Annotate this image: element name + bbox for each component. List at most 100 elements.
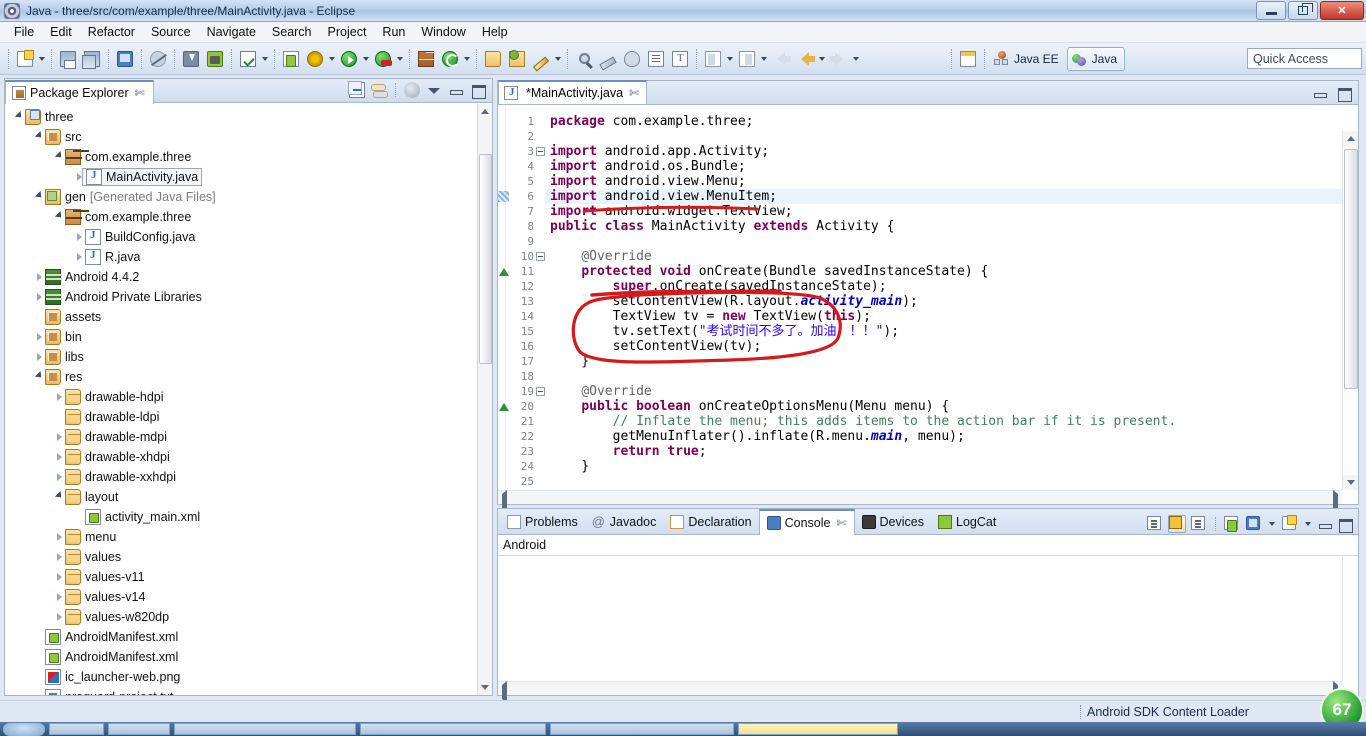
windows-taskbar[interactable] bbox=[0, 722, 1366, 736]
twisty-collapsed-icon[interactable] bbox=[53, 447, 65, 467]
tree-item[interactable]: drawable-mdpi bbox=[5, 427, 477, 447]
code-line[interactable]: getMenuInflater().inflate(R.menu.main, m… bbox=[550, 429, 965, 444]
scroll-left-button[interactable] bbox=[502, 494, 507, 508]
menu-item-run[interactable]: Run bbox=[374, 23, 413, 41]
tree-item-content[interactable]: values bbox=[65, 549, 121, 565]
code-line[interactable]: import android.app.Activity; bbox=[550, 144, 769, 159]
tree-item[interactable]: drawable-ldpi bbox=[5, 407, 477, 427]
code-line[interactable]: public boolean onCreateOptionsMenu(Menu … bbox=[550, 399, 949, 414]
tree-item-content[interactable]: drawable-xhdpi bbox=[65, 449, 170, 465]
editor-horizontal-scrollbar[interactable] bbox=[498, 490, 1342, 504]
collapse-all-icon[interactable] bbox=[348, 81, 365, 98]
taskbar-item[interactable] bbox=[49, 723, 104, 735]
fold-toggle-icon[interactable] bbox=[536, 252, 545, 261]
tree-item[interactable]: gen [Generated Java Files] bbox=[5, 187, 477, 207]
tree-item[interactable]: com.example.three bbox=[5, 207, 477, 227]
taskbar-item[interactable] bbox=[738, 723, 898, 735]
tree-item-content[interactable]: menu bbox=[65, 529, 116, 545]
code-line[interactable]: import android.widget.TextView; bbox=[550, 204, 793, 219]
code-line[interactable]: import android.view.MenuItem; bbox=[550, 189, 777, 204]
tree-item-content[interactable]: BuildConfig.java bbox=[85, 229, 195, 245]
twisty-expanded-icon[interactable] bbox=[33, 367, 45, 387]
tree-vertical-scrollbar[interactable] bbox=[477, 104, 492, 695]
tree-item[interactable]: R.java bbox=[5, 247, 477, 267]
twisty-expanded-icon[interactable] bbox=[53, 207, 65, 227]
previous-annotation-dropdown[interactable] bbox=[759, 48, 769, 70]
tree-item[interactable]: src bbox=[5, 127, 477, 147]
tree-item-content[interactable]: gen [Generated Java Files] bbox=[45, 189, 216, 205]
twisty-expanded-icon[interactable] bbox=[13, 107, 25, 127]
view-menu-icon[interactable] bbox=[404, 82, 420, 98]
next-annotation-dropdown[interactable] bbox=[725, 48, 735, 70]
tree-item[interactable]: BuildConfig.java bbox=[5, 227, 477, 247]
fold-toggle-icon[interactable] bbox=[536, 387, 545, 396]
external-tools-dropdown[interactable] bbox=[462, 48, 472, 70]
code-line[interactable]: // Inflate the menu; this adds items to … bbox=[550, 414, 1177, 429]
scroll-thumb[interactable] bbox=[1344, 149, 1358, 389]
code-line[interactable]: @Override bbox=[550, 384, 651, 399]
android-avd-manager-button[interactable] bbox=[204, 48, 226, 70]
run-button[interactable] bbox=[338, 48, 360, 70]
scroll-up-button[interactable] bbox=[1343, 131, 1358, 146]
tree-item-content[interactable]: drawable-ldpi bbox=[65, 409, 159, 425]
new-android-project-button[interactable] bbox=[280, 48, 302, 70]
minimize-icon[interactable] bbox=[448, 82, 464, 98]
code-line[interactable]: setContentView(tv); bbox=[550, 339, 762, 354]
twisty-collapsed-icon[interactable] bbox=[33, 347, 45, 367]
show-console-when-output-button[interactable] bbox=[1190, 515, 1208, 533]
tree-item[interactable]: values-v11 bbox=[5, 567, 477, 587]
taskbar-item[interactable] bbox=[108, 723, 170, 735]
display-selected-console-button[interactable] bbox=[1245, 515, 1263, 533]
tree-item-content[interactable]: values-v14 bbox=[65, 589, 145, 605]
menu-item-refactor[interactable]: Refactor bbox=[80, 23, 143, 41]
code-area[interactable]: 1 2 3 4 5 6 7 8 9 10 11 12 13 14 15 16 17 18 19 20 21 22 23 24 2… bbox=[498, 106, 1358, 504]
scroll-down-button[interactable] bbox=[1343, 475, 1358, 490]
twisty-expanded-icon[interactable] bbox=[53, 147, 65, 167]
fold-toggle-icon[interactable] bbox=[536, 147, 545, 156]
tree-item[interactable]: three bbox=[5, 107, 477, 127]
tree-item[interactable]: res bbox=[5, 367, 477, 387]
code-line[interactable]: TextView tv = new TextView(this); bbox=[550, 309, 871, 324]
hide-fields-button[interactable] bbox=[621, 48, 643, 70]
last-edit-location-button[interactable] bbox=[770, 48, 792, 70]
android-sdk-manager-button[interactable] bbox=[180, 48, 202, 70]
search-button[interactable] bbox=[573, 48, 595, 70]
minimize-icon[interactable] bbox=[1312, 85, 1328, 101]
back-dropdown[interactable] bbox=[817, 48, 827, 70]
coverage-button[interactable] bbox=[415, 48, 437, 70]
tree-item-content[interactable]: com.example.three bbox=[65, 209, 191, 225]
tree-item-content[interactable]: src bbox=[45, 129, 82, 145]
tree-item[interactable]: drawable-hdpi bbox=[5, 387, 477, 407]
run-dropdown[interactable] bbox=[361, 48, 371, 70]
twisty-collapsed-icon[interactable] bbox=[53, 587, 65, 607]
maximize-icon[interactable] bbox=[470, 82, 486, 99]
minimize-icon[interactable] bbox=[1317, 516, 1333, 532]
run-configurations-dropdown[interactable] bbox=[395, 48, 405, 70]
forward-dropdown[interactable] bbox=[851, 48, 861, 70]
save-all-button[interactable] bbox=[81, 48, 103, 70]
scroll-right-button[interactable] bbox=[1333, 494, 1338, 508]
tree-item[interactable]: layout bbox=[5, 487, 477, 507]
twisty-collapsed-icon[interactable] bbox=[73, 247, 85, 267]
next-annotation-button[interactable] bbox=[702, 48, 724, 70]
tree-item-content[interactable]: values-w820dp bbox=[65, 609, 169, 625]
clear-console-button[interactable] bbox=[1146, 515, 1164, 533]
tree-item-content[interactable]: R.java bbox=[85, 249, 140, 265]
scroll-lock-button[interactable] bbox=[1168, 515, 1186, 533]
tree-item[interactable]: Android 4.4.2 bbox=[5, 267, 477, 287]
code-line[interactable]: @Override bbox=[550, 249, 651, 264]
tree-item[interactable]: values-v14 bbox=[5, 587, 477, 607]
back-button[interactable] bbox=[794, 48, 816, 70]
twisty-collapsed-icon[interactable] bbox=[53, 387, 65, 407]
tab-console[interactable]: Console ✄ bbox=[758, 508, 855, 535]
twisty-collapsed-icon[interactable] bbox=[33, 267, 45, 287]
tab-declaration[interactable]: Declaration bbox=[663, 509, 758, 534]
twisty-collapsed-icon[interactable] bbox=[33, 287, 45, 307]
maximize-icon[interactable] bbox=[1337, 516, 1353, 533]
twisty-collapsed-icon[interactable] bbox=[53, 467, 65, 487]
validate-dropdown[interactable] bbox=[260, 48, 270, 70]
toggle-markers-button[interactable] bbox=[147, 48, 169, 70]
code-line[interactable]: public class MainActivity extends Activi… bbox=[550, 219, 894, 234]
tree-item[interactable]: AndroidManifest.xml bbox=[5, 627, 477, 647]
tab-logcat[interactable]: LogCat bbox=[931, 509, 1003, 534]
